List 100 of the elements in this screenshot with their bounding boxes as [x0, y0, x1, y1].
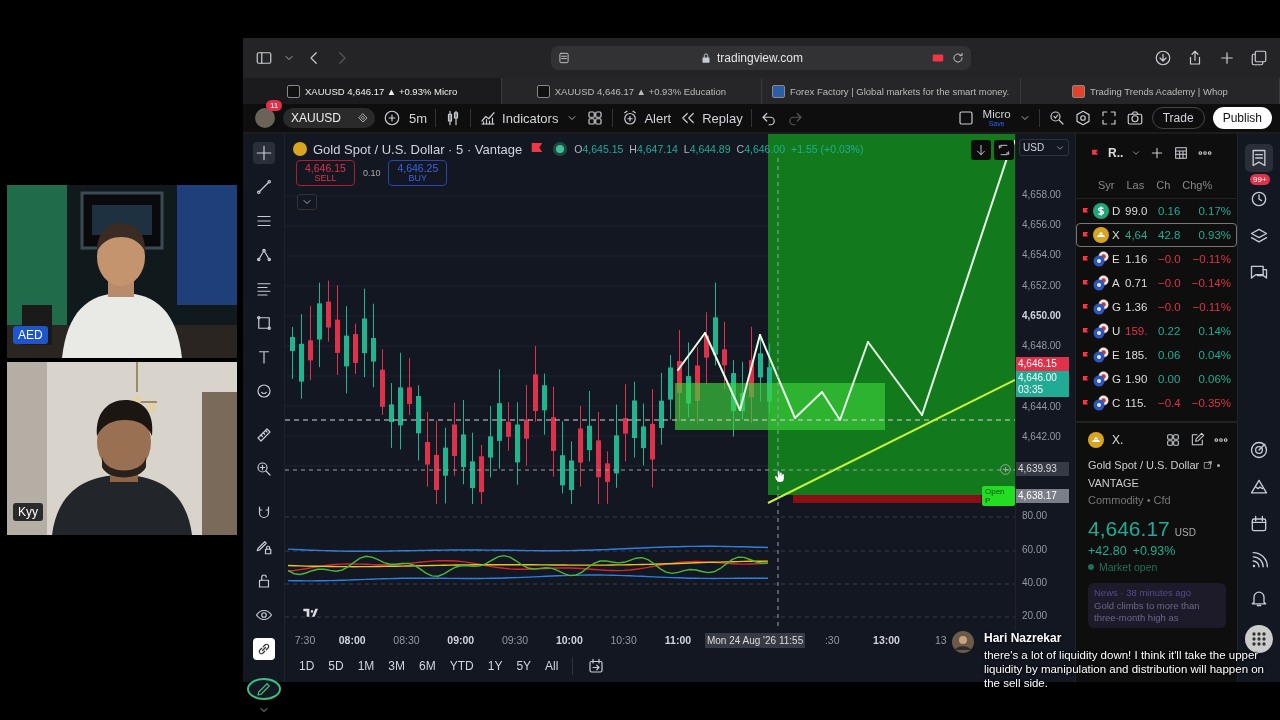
change-cell-text: 0.00 [1158, 373, 1182, 385]
range-button[interactable]: 3M [388, 659, 406, 673]
watchlist-row[interactable]: E 185. 0.06 0.04% [1076, 343, 1237, 367]
apps-icon[interactable] [1245, 625, 1273, 653]
watchlist-icon[interactable] [1245, 144, 1273, 172]
site-icon [536, 84, 550, 98]
watchlist-row[interactable]: X 4,64 42.8 0.93% [1076, 223, 1237, 247]
range-button[interactable]: 1D [299, 659, 315, 673]
currency-pair-icon [1093, 371, 1109, 387]
column-header[interactable]: Ch [1156, 179, 1171, 191]
pencil-button[interactable] [246, 678, 281, 700]
tabs-icon[interactable] [1250, 49, 1268, 67]
highlight-zone[interactable] [675, 383, 885, 430]
arrow-down-icon[interactable] [971, 140, 991, 160]
change-percent-cell-text: 0.06% [1197, 373, 1231, 385]
alert-button[interactable]: Alert [621, 109, 672, 127]
new-tab-icon[interactable] [1218, 49, 1236, 67]
indicators-button[interactable]: Indicators [479, 109, 559, 127]
news-headline: Gold climbs to more than three-month high as [1094, 600, 1201, 624]
settings-icon[interactable] [1073, 109, 1092, 127]
position-label[interactable]: Open P [982, 486, 1015, 506]
ohlc-value: L4,644.89 [683, 143, 731, 155]
candle [641, 403, 646, 466]
reload-icon[interactable] [951, 51, 965, 65]
time-label: 7:30 [293, 634, 317, 646]
flag-icon[interactable] [1081, 374, 1090, 384]
column-header[interactable]: Syr [1098, 179, 1115, 191]
flag-icon[interactable] [1081, 398, 1090, 408]
range-button[interactable]: 5D [328, 659, 344, 673]
reset-icon[interactable] [994, 140, 1014, 160]
browser-tab[interactable]: XAUUSD 4,646.17 ▲ +0.93% Micro [243, 78, 503, 104]
price-tag: 4,646.15 [1016, 357, 1069, 371]
column-header[interactable]: Las [1126, 179, 1145, 191]
flag-icon[interactable] [1081, 206, 1090, 216]
interval-button[interactable]: 5m [409, 110, 428, 126]
edit-icon[interactable] [1189, 432, 1205, 448]
avatar[interactable] [255, 108, 275, 128]
buy-button[interactable]: 4,646.25 BUY [388, 160, 448, 187]
change-cell-text: −0.0 [1158, 301, 1182, 313]
table-icon[interactable] [1173, 145, 1190, 161]
flag-icon[interactable] [1081, 350, 1090, 360]
symbol-cell: U [1112, 325, 1122, 337]
link-icon[interactable] [252, 638, 275, 660]
symbol-cell-text: E [1112, 253, 1121, 265]
watchlist-row[interactable]: E 1.16 −0.0 −0.11% [1076, 247, 1237, 271]
projection-line[interactable] [677, 140, 1015, 421]
publish-button[interactable]: Publish [1212, 107, 1272, 129]
sell-button[interactable]: 4,646.15 SELL [296, 160, 355, 187]
caret-icon[interactable] [1131, 148, 1142, 158]
watchlist-row[interactable]: U 159. 0.22 0.14% [1076, 319, 1237, 343]
change-percent-cell-text: 0.17% [1197, 205, 1231, 217]
flag-icon[interactable] [1081, 302, 1090, 312]
square-icon[interactable] [956, 109, 975, 127]
mountain-icon[interactable] [1249, 477, 1269, 497]
range-button[interactable]: YTD [449, 659, 474, 673]
fullscreen-icon[interactable] [1099, 109, 1118, 127]
search-icon[interactable] [1047, 109, 1066, 127]
address-field[interactable]: tradingview.com [551, 46, 971, 70]
grid-icon[interactable] [1165, 432, 1181, 448]
calendar-icon[interactable] [1249, 514, 1269, 534]
sidebar-icon[interactable] [255, 49, 273, 67]
watchlist-row[interactable]: C 115. −0.4 −0.35% [1076, 391, 1237, 415]
page-icon[interactable] [557, 51, 571, 65]
watchlist-row[interactable]: G 1.90 0.00 0.06% [1076, 367, 1237, 391]
time-label: 10:00 [554, 634, 584, 646]
replay-button[interactable]: Replay [679, 109, 743, 127]
watchlist-row[interactable]: A 0.71 −0.0 −0.14% [1076, 271, 1237, 295]
templates-icon[interactable] [586, 109, 605, 127]
layout-name[interactable]: Micro [982, 108, 1011, 121]
range-button[interactable]: 6M [419, 659, 436, 673]
watchlist-name[interactable]: R.. [1108, 146, 1124, 160]
flag-icon[interactable] [1081, 278, 1090, 288]
currency-dropdown[interactable]: USD [1019, 139, 1069, 156]
diamond-icon[interactable] [357, 112, 369, 124]
external-link-icon[interactable] [1203, 460, 1214, 470]
flag-icon[interactable] [1081, 230, 1090, 240]
watchlist-row[interactable]: D 99.0 0.16 0.17% [1076, 199, 1237, 223]
range-button[interactable]: 5Y [516, 659, 532, 673]
hand-cursor-icon [773, 469, 786, 484]
collapse-button[interactable] [297, 194, 317, 210]
crosshair-icon[interactable] [252, 142, 275, 164]
flag-icon[interactable] [1081, 326, 1090, 336]
flag-icon[interactable] [1081, 254, 1090, 264]
last-price: 4,646.17 [1088, 517, 1170, 541]
target-icon[interactable] [1249, 440, 1269, 460]
symbol-field[interactable]: XAUUSD [283, 108, 375, 128]
range-button[interactable]: 1Y [487, 659, 503, 673]
add-icon[interactable] [383, 109, 401, 127]
change-percent-cell-text: −0.11% [1191, 301, 1231, 313]
range-button[interactable]: All [545, 659, 559, 673]
watchlist-row[interactable]: G 1.36 −0.0 −0.11% [1076, 295, 1237, 319]
date-range-icon[interactable] [587, 657, 606, 675]
range-button[interactable]: 1M [357, 659, 375, 673]
status-dot-icon [556, 145, 565, 153]
clock-icon[interactable] [1249, 189, 1269, 209]
instrument-name: Gold Spot / U.S. Dollar [1088, 459, 1200, 471]
candle [605, 450, 610, 505]
column-header[interactable]: Chg% [1182, 179, 1213, 191]
download-icon[interactable] [1154, 49, 1172, 67]
flag-icon[interactable] [1090, 148, 1100, 158]
